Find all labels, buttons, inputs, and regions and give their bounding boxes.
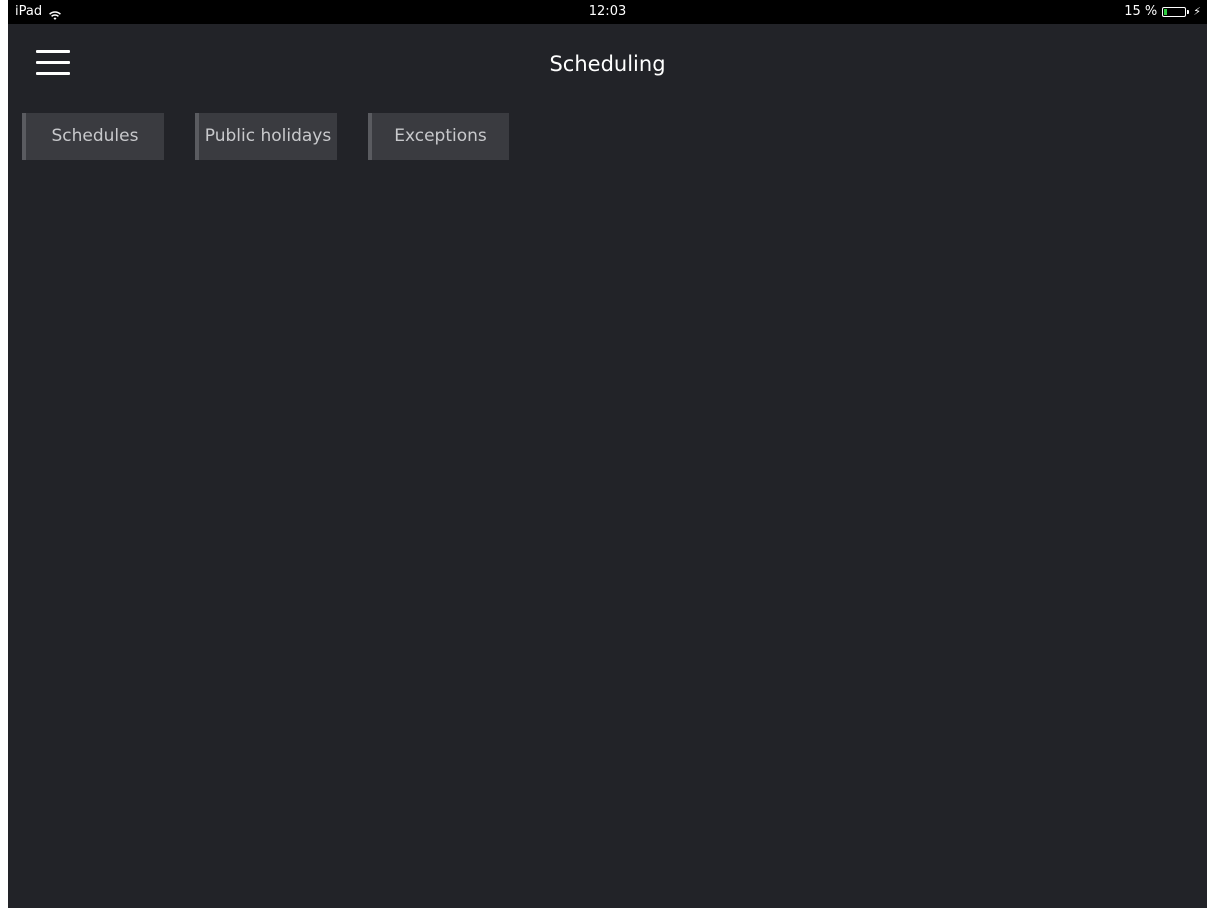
page-title: Scheduling — [549, 52, 666, 76]
charging-bolt-icon: ⚡ — [1193, 5, 1201, 18]
app-header: Scheduling — [8, 24, 1207, 104]
tab-exceptions[interactable]: Exceptions — [368, 113, 509, 160]
app-screen: iPad 12:03 15 % ⚡ Scheduling Schedules P… — [8, 0, 1207, 908]
battery-level-fill — [1164, 9, 1168, 15]
tab-public-holidays[interactable]: Public holidays — [195, 113, 337, 160]
status-bar: iPad 12:03 15 % ⚡ — [8, 0, 1207, 24]
tab-schedules[interactable]: Schedules — [22, 113, 164, 160]
status-time: 12:03 — [588, 4, 627, 19]
battery-percentage: 15 % — [1124, 4, 1158, 19]
status-right: 15 % ⚡ — [1124, 0, 1201, 24]
battery-icon — [1162, 7, 1190, 17]
